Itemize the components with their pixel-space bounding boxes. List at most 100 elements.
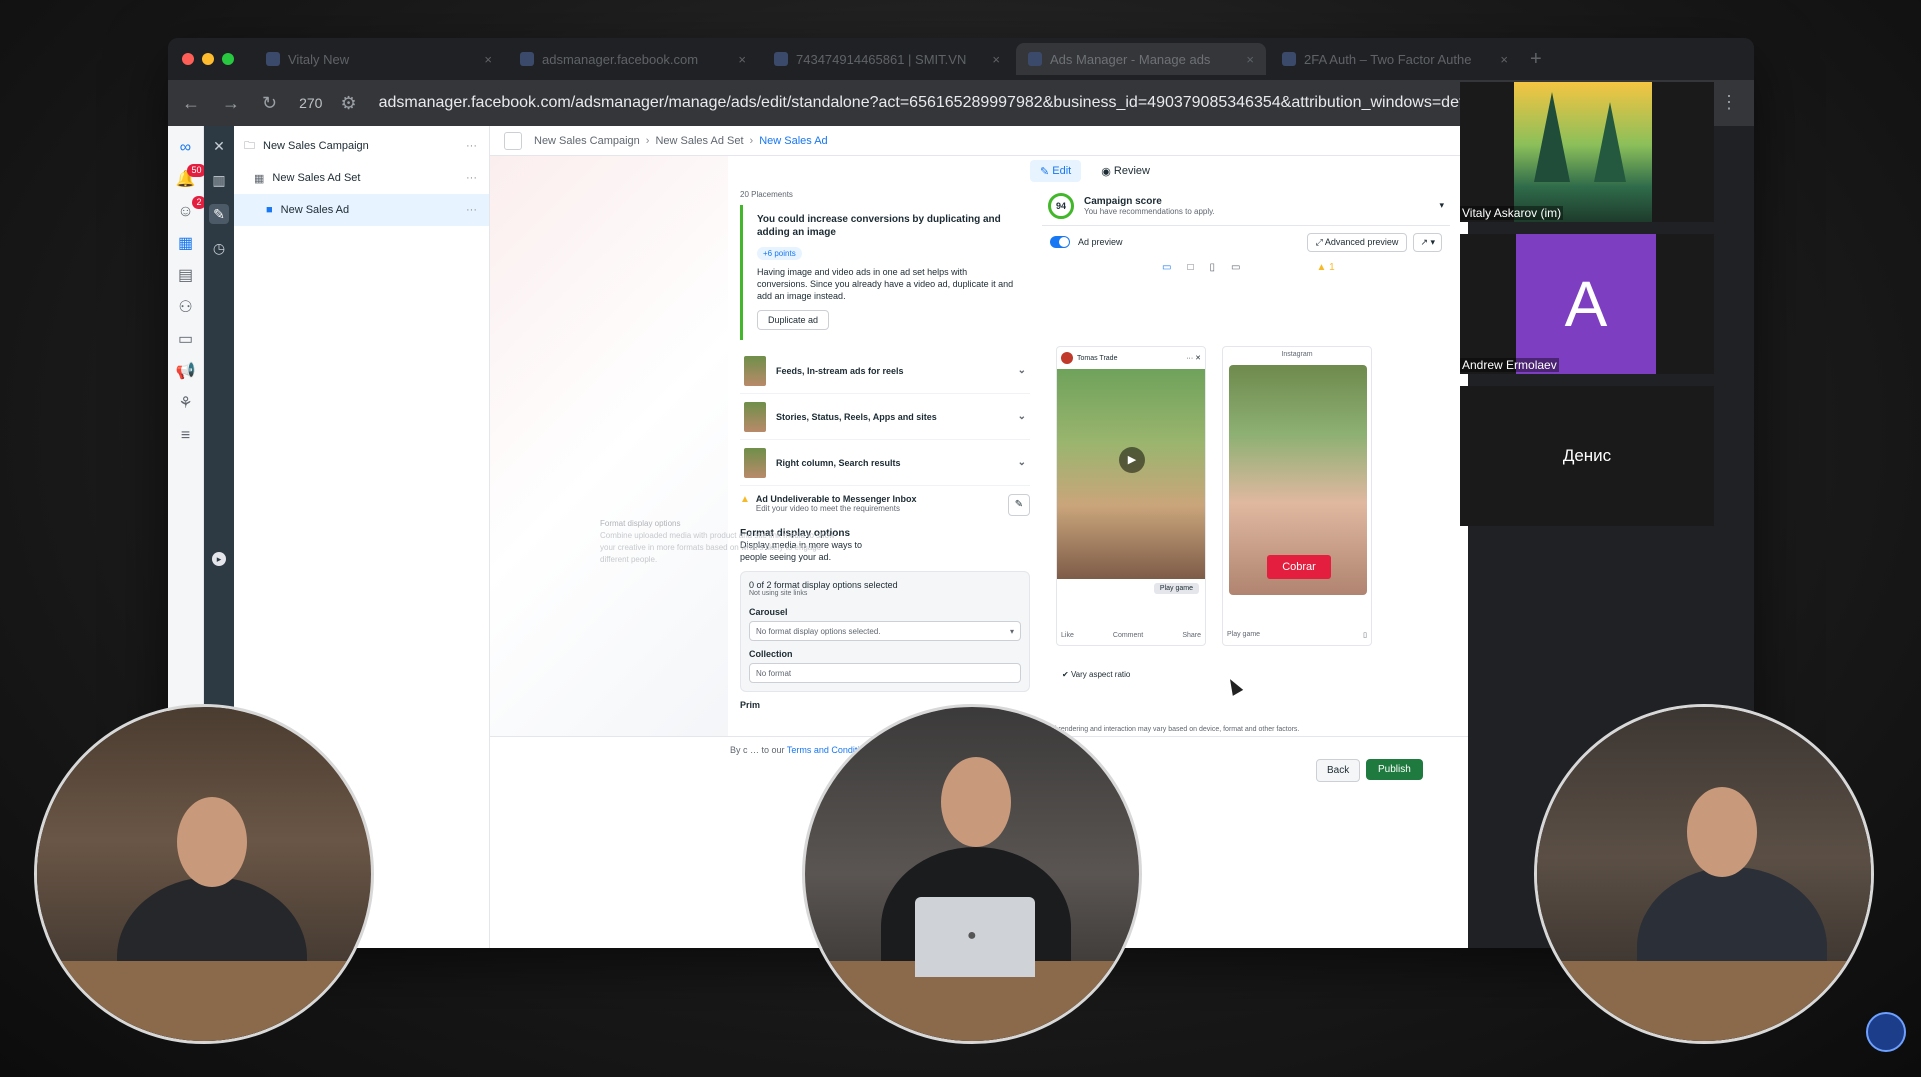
url-field[interactable]: adsmanager.facebook.com/adsmanager/manag… [379,94,1529,112]
browser-tab-active[interactable]: Ads Manager - Manage ads × [1016,43,1266,75]
placement-thumbnail [744,447,766,478]
placement-row[interactable]: Right column, Search results ⌄ [740,440,1030,486]
edit-mode-button[interactable]: ✎ Edit [1030,160,1082,182]
campaign-score[interactable]: 94 Campaign score You have recommendatio… [1042,186,1450,226]
browser-tab[interactable]: adsmanager.facebook.com × [508,43,758,75]
more-options-icon[interactable]: ··· [466,140,477,152]
square-view-icon[interactable]: □ [1187,262,1193,280]
video-thumbnail [1057,369,1205,579]
participant-tile[interactable]: A Andrew Ermolaev [1460,234,1714,374]
campaigns-megaphone-icon[interactable]: 📢 [176,362,196,382]
sidebar-toggle-icon[interactable] [504,131,522,150]
close-tab-icon[interactable]: × [992,52,1000,67]
warning-triangle-icon: ▲ [740,494,750,505]
cobrar-button[interactable]: Cobrar [1267,555,1331,579]
tree-item-adset[interactable]: ▦ New Sales Ad Set ··· [234,162,489,194]
vary-aspect-ratio[interactable]: ✔ Vary aspect ratio [1062,670,1130,679]
all-tools-menu-icon[interactable]: ≡ [176,426,196,446]
duplicate-ad-button[interactable]: Duplicate ad [757,310,830,330]
mobile-view-icon[interactable]: ▯ [1210,262,1216,280]
ads-table-icon[interactable]: ▦ [176,234,196,254]
carousel-select[interactable]: No format display options selected. ▾ [749,621,1021,641]
desktop-view-icon[interactable]: ▭ [1162,262,1171,280]
reload-icon[interactable]: ↻ [262,93,277,114]
share-button[interactable]: ↗ ▾ [1413,232,1442,252]
back-button[interactable]: Back [1316,759,1361,782]
format-options-box: 0 of 2 format display options selected N… [740,571,1030,692]
close-tab-icon[interactable]: × [738,52,746,67]
chevron-down-icon: ⌄ [1017,411,1026,422]
initial-avatar: A [1516,234,1656,374]
maximize-window-button[interactable] [222,53,234,65]
browser-menu-icon[interactable]: ⋮ [1720,92,1738,113]
ad-preview-toggle[interactable] [1050,236,1070,248]
grid-icon: ▦ [254,172,265,185]
forward-arrow-icon[interactable]: → [222,93,240,114]
edit-pencil-button[interactable]: ✎ [1008,494,1030,516]
tree-item-ad[interactable]: ■ New Sales Ad ··· [234,194,489,226]
instagram-story-preview[interactable]: Instagram Cobrar Play game ▯ [1222,346,1372,646]
participant-tile[interactable]: Денис [1460,386,1714,526]
webcam-circle-right [1534,704,1874,1044]
publish-button[interactable]: Publish [1366,759,1423,780]
close-editor-icon[interactable]: ✕ [209,136,229,156]
play-icon[interactable]: ▶ [1119,447,1145,473]
chevron-down-icon: ⌄ [1017,457,1026,468]
alerts-icon[interactable]: ☺ 2 [176,196,206,222]
more-options-icon[interactable]: ··· [466,172,477,184]
minimize-window-button[interactable] [202,53,214,65]
recommendation-body: Having image and video ads in one ad set… [757,267,1014,301]
browser-tab[interactable]: 2FA Auth – Two Factor Authe × [1270,43,1520,75]
close-window-button[interactable] [182,53,194,65]
site-settings-icon[interactable]: ⚙ [340,93,356,114]
placement-row[interactable]: Feeds, In-stream ads for reels ⌄ [740,348,1030,394]
breadcrumb-ad[interactable]: New Sales Ad [759,135,827,147]
recommendation-card: You could increase conversions by duplic… [740,205,1030,340]
billing-icon[interactable]: ▭ [176,330,196,350]
recommendation-title: You could increase conversions by duplic… [757,214,1001,238]
history-clock-icon[interactable]: ◷ [209,238,229,258]
breadcrumb-campaign[interactable]: New Sales Campaign [534,135,640,147]
review-mode-button[interactable]: ◉ Review [1091,160,1160,182]
pencil-icon: ✎ [1040,165,1053,178]
breadcrumb-adset[interactable]: New Sales Ad Set [655,135,743,147]
more-options-icon[interactable]: ··· ✕ [1186,354,1201,362]
participant-tile[interactable]: Vitaly Askarov (im) [1460,82,1714,222]
pages-icon[interactable]: ▤ [176,266,196,286]
collapse-arrow-icon[interactable]: ▸ [212,552,226,566]
browser-tab[interactable]: 743474914465861 | SMIT.VN × [762,43,1012,75]
close-tab-icon[interactable]: × [1246,52,1254,67]
charts-icon[interactable]: ▥ [209,170,229,190]
more-options-icon[interactable]: ··· [466,204,477,216]
channel-logo-icon [1866,1012,1906,1052]
meta-logo-icon[interactable]: ∞ [176,138,196,158]
play-game-cta[interactable]: Play game [1153,583,1199,594]
laptop: ● [915,897,1035,977]
browser-tab[interactable]: Vitaly New × [254,43,504,75]
tree-item-campaign[interactable]: 🗀 New Sales Campaign ··· [234,130,489,162]
notifications-icon[interactable]: 🔔 50 [176,164,206,190]
advanced-preview-button[interactable]: ⤢ Advanced preview [1306,232,1408,252]
close-tab-icon[interactable]: × [484,52,492,67]
window-controls [182,53,234,65]
facebook-feed-preview[interactable]: Tomas Trade ··· ✕ ▶ Play game Like Comment… [1056,346,1206,646]
tab-favicon-icon [266,52,280,66]
dropdown-caret-icon: ▾ [1009,626,1014,636]
close-tab-icon[interactable]: × [1500,52,1508,67]
collection-select[interactable]: No format [749,663,1021,683]
chevron-right-icon: › [749,134,754,147]
edit-pencil-icon[interactable]: ✎ [209,204,229,224]
preview-header: Ad preview ⤢ Advanced preview ↗ ▾ [1042,226,1450,258]
tab-favicon-icon [1028,52,1042,66]
new-tab-button[interactable]: + [1530,48,1542,71]
device-selector: ▭ □ ▯ ▭ ▲ 1 [1042,258,1450,280]
placement-thumbnail [744,355,766,386]
blank-pane [490,156,728,756]
tablet-view-icon[interactable]: ▭ [1231,262,1240,280]
audiences-icon[interactable]: ⚇ [176,298,196,318]
check-icon: ✔ [1062,670,1071,679]
events-manager-icon[interactable]: ⚘ [176,394,196,414]
placement-row[interactable]: Stories, Status, Reels, Apps and sites ⌄ [740,394,1030,440]
instagram-actions: Play game ▯ [1227,631,1367,639]
back-arrow-icon[interactable]: ← [182,93,200,114]
